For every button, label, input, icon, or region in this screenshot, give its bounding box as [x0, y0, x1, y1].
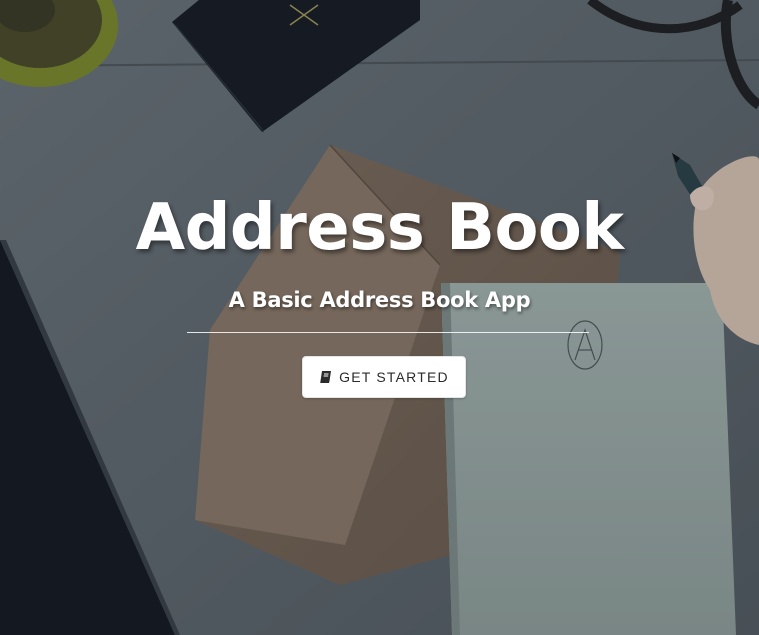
hero-dark-overlay — [0, 0, 759, 635]
hero-section: Address Book A Basic Address Book App GE… — [0, 0, 759, 635]
book-icon — [319, 370, 333, 384]
hero-title: Address Book — [135, 191, 624, 265]
hero-divider — [187, 332, 589, 333]
hero-subtitle: A Basic Address Book App — [228, 288, 531, 312]
get-started-button[interactable]: GET STARTED — [302, 356, 466, 398]
get-started-label: GET STARTED — [339, 369, 449, 385]
